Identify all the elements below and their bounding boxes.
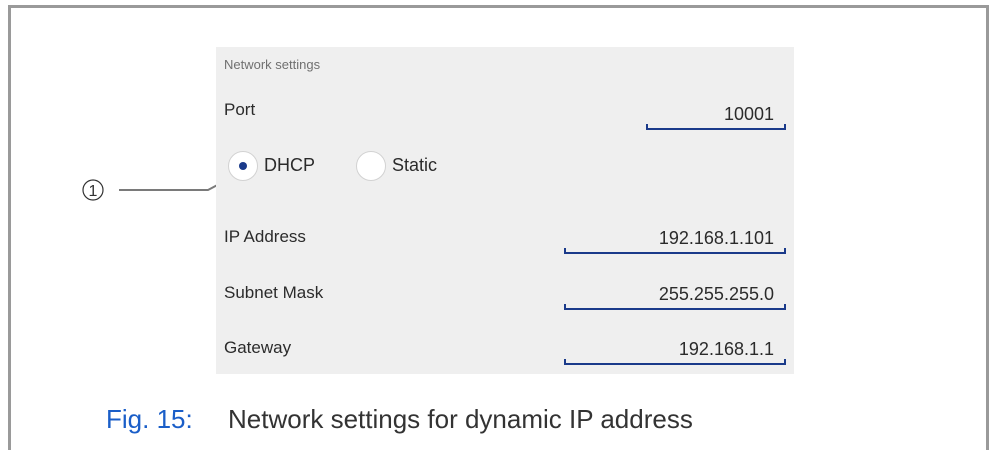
subnet-mask-input[interactable]: 255.255.255.0 (564, 282, 786, 310)
callout-marker: 1 (89, 183, 98, 200)
static-radio-label: Static (392, 155, 438, 175)
panel-title: Network settings (224, 57, 321, 72)
gateway-label: Gateway (224, 338, 292, 357)
subnet-mask-label: Subnet Mask (224, 283, 324, 302)
port-label: Port (224, 100, 256, 119)
gateway-value: 192.168.1.1 (678, 339, 774, 359)
subnet-mask-value: 255.255.255.0 (658, 284, 774, 304)
port-value: 10001 (723, 104, 774, 124)
ip-address-value: 192.168.1.101 (658, 228, 774, 248)
port-input[interactable]: 10001 (646, 102, 786, 130)
figure-number: Fig. 15: (106, 404, 193, 434)
network-settings-panel: Network settings Port 10001 DHCP Static … (216, 47, 794, 374)
gateway-input[interactable]: 192.168.1.1 (564, 337, 786, 365)
figure-caption: Network settings for dynamic IP address (228, 404, 693, 434)
dhcp-radio[interactable] (228, 151, 258, 181)
ip-address-label: IP Address (224, 227, 306, 246)
static-radio[interactable] (356, 151, 386, 181)
radio-selected-dot (239, 162, 247, 170)
dhcp-radio-label: DHCP (264, 155, 316, 175)
ip-address-input[interactable]: 192.168.1.101 (564, 226, 786, 254)
